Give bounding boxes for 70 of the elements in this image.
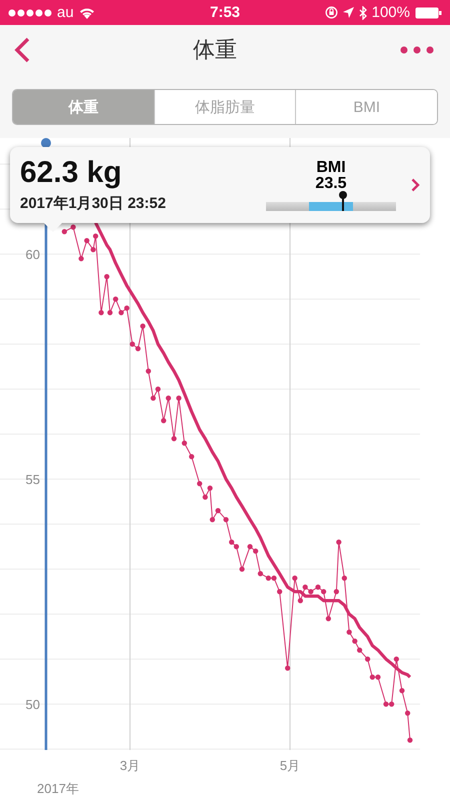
bluetooth-icon — [358, 6, 367, 20]
data-point — [166, 396, 171, 401]
bmi-value: 23.5 — [315, 176, 347, 192]
data-point — [336, 540, 342, 545]
y-axis-label: 60 — [26, 247, 40, 262]
data-point — [326, 616, 331, 622]
chevron-right-icon — [411, 178, 420, 192]
location-icon — [342, 7, 354, 18]
data-point — [78, 256, 84, 262]
data-point — [189, 454, 194, 460]
data-point — [155, 386, 161, 392]
signal-icon — [8, 8, 52, 16]
y-axis-label: 55 — [26, 472, 40, 488]
data-point — [146, 368, 151, 374]
data-point — [90, 247, 96, 252]
year-label: 2017年 — [37, 781, 79, 796]
data-point — [407, 738, 413, 743]
bmi-label: BMI — [316, 160, 346, 176]
battery-percent: 100% — [372, 4, 410, 21]
tab[interactable]: BMI — [295, 90, 437, 124]
data-point — [171, 436, 177, 442]
x-axis-label: 3月 — [120, 758, 140, 773]
data-point — [405, 710, 410, 716]
data-point — [176, 396, 182, 401]
data-point — [399, 688, 405, 694]
page-title: 体重 — [193, 36, 237, 64]
data-point — [365, 656, 370, 662]
data-point — [346, 630, 352, 635]
clock-time: 7:53 — [210, 4, 240, 21]
data-point — [215, 508, 221, 514]
data-point — [62, 229, 67, 234]
measure-date: 2017年1月30日 23:52 — [20, 194, 167, 212]
weight-value: 62.3 kg — [20, 158, 123, 188]
data-point — [334, 589, 339, 594]
back-icon — [14, 37, 30, 63]
y-axis-label: 50 — [26, 697, 40, 712]
data-point — [113, 296, 118, 302]
data-point — [352, 638, 358, 644]
rotation-lock-icon — [324, 6, 338, 19]
data-point — [298, 598, 303, 604]
data-point — [239, 566, 245, 572]
data-point — [292, 576, 298, 581]
data-point — [342, 576, 347, 581]
carrier-name: au — [57, 4, 74, 21]
data-point — [140, 324, 146, 329]
tab[interactable]: 体重 — [13, 90, 154, 124]
data-point — [357, 648, 362, 653]
data-point — [197, 481, 202, 486]
wifi-icon — [78, 6, 95, 18]
data-point — [104, 274, 110, 280]
data-point — [207, 486, 213, 491]
more-icon — [400, 46, 434, 54]
data-point — [150, 396, 156, 401]
data-point — [161, 418, 166, 424]
tab[interactable]: 体脂肪量 — [154, 90, 296, 124]
data-point — [277, 589, 282, 594]
data-point — [84, 238, 90, 244]
battery-icon — [415, 6, 442, 18]
data-point — [93, 234, 98, 239]
data-point — [98, 310, 104, 316]
data-point — [202, 494, 208, 500]
data-point — [107, 310, 113, 316]
data-point — [394, 656, 399, 662]
x-axis-label: 5月 — [280, 758, 300, 773]
data-point — [223, 517, 229, 522]
data-point — [70, 224, 76, 230]
data-point — [285, 666, 290, 671]
data-point — [210, 517, 215, 522]
data-point — [182, 440, 187, 446]
data-point — [258, 571, 263, 576]
